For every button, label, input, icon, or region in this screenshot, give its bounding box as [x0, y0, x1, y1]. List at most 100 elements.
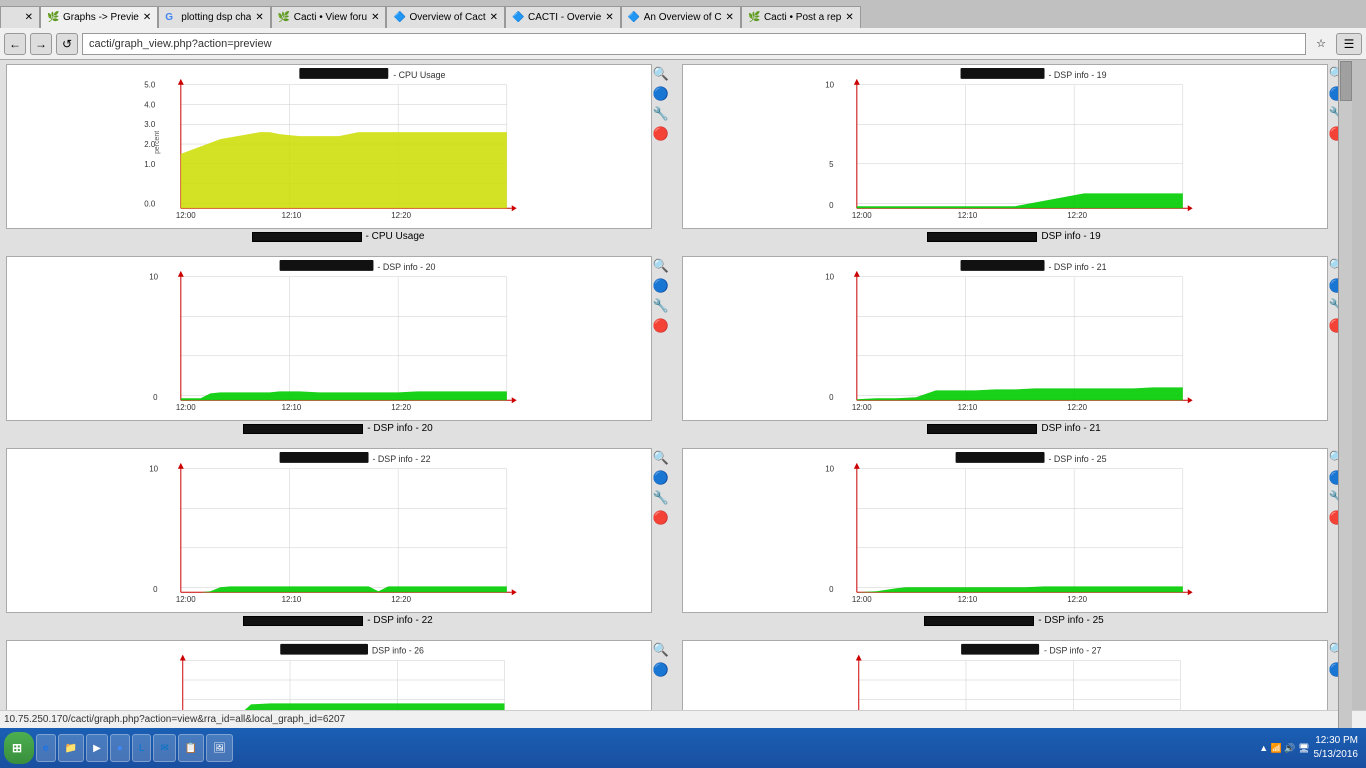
- graph-wrapper-dsp26: DSP info - 26 🔍 �: [6, 640, 670, 720]
- tab-favicon-8: 🌿: [748, 12, 760, 24]
- tab-cacti-overview[interactable]: 🔷 CACTI - Overvie ✕: [505, 6, 621, 28]
- caption-redact-cpu: [252, 232, 362, 242]
- media-icon: ▶: [93, 743, 101, 754]
- info-icon-cpu[interactable]: 🔵: [653, 86, 669, 102]
- bookmark-button[interactable]: ☆: [1310, 33, 1332, 55]
- svg-text:1.0: 1.0: [144, 160, 156, 169]
- graph-svg-dsp25: - DSP info - 25 10 0: [683, 449, 1327, 612]
- taskbar-item-ie[interactable]: e: [36, 734, 56, 762]
- tab-graphs-preview[interactable]: 🌿 Graphs -> Previe ✕: [40, 6, 158, 28]
- graph-svg-dsp20: - DSP info - 20 10 0: [7, 257, 651, 420]
- alert-icon-dsp22[interactable]: 🔴: [653, 510, 669, 526]
- svg-text:12:10: 12:10: [958, 595, 978, 604]
- zoom-icon-dsp22[interactable]: 🔍: [653, 450, 669, 466]
- taskbar-item-app8[interactable]: 🖼: [206, 734, 233, 762]
- tab-close-8[interactable]: ✕: [845, 12, 853, 23]
- alert-icon-dsp20[interactable]: 🔴: [653, 318, 669, 334]
- ie-icon: e: [43, 743, 49, 754]
- taskbar-item-lync[interactable]: L: [132, 734, 152, 762]
- files-icon: 📋: [185, 743, 197, 754]
- scrollbar-thumb[interactable]: [1340, 61, 1352, 101]
- info-icon-dsp26[interactable]: 🔵: [653, 662, 669, 678]
- svg-text:- DSP info - 20: - DSP info - 20: [377, 262, 435, 272]
- tab-cacti-post[interactable]: 🌿 Cacti • Post a rep ✕: [741, 6, 861, 28]
- info-icon-dsp20[interactable]: 🔵: [653, 278, 669, 294]
- alert-icon-cpu[interactable]: 🔴: [653, 126, 669, 142]
- graph-wrapper-dsp27: - DSP info - 27 🔍 🔵: [682, 640, 1346, 720]
- back-button[interactable]: ←: [4, 33, 26, 55]
- svg-text:12:00: 12:00: [176, 403, 196, 412]
- graph-container-dsp25: - DSP info - 25 10 0: [682, 448, 1328, 613]
- zoom-icon-dsp26[interactable]: 🔍: [653, 642, 669, 658]
- tab-favicon-5: 🔷: [393, 12, 405, 24]
- graph-icons-dsp26: 🔍 🔵: [652, 640, 670, 720]
- taskbar-tray: ▲ 📶 🔊 🖥 12:30 PM 5/13/2016: [1255, 734, 1362, 762]
- tab-cacti-forum[interactable]: 🌿 Cacti • View foru ✕: [271, 6, 387, 28]
- svg-text:12:20: 12:20: [1067, 595, 1087, 604]
- graph-container-cpu: - CPU Usage: [6, 64, 652, 229]
- nav-bar: ← → ↺ cacti/graph_view.php?action=previe…: [0, 28, 1366, 60]
- start-button[interactable]: ⊞: [4, 732, 34, 764]
- svg-text:12:20: 12:20: [1067, 403, 1087, 412]
- tab-close-5[interactable]: ✕: [490, 12, 498, 23]
- graph-container-dsp20: - DSP info - 20 10 0: [6, 256, 652, 421]
- tab-close-6[interactable]: ✕: [605, 12, 613, 23]
- svg-text:3.0: 3.0: [144, 120, 156, 129]
- caption-text-cpu: - CPU Usage: [366, 231, 425, 242]
- tab-close-1[interactable]: ✕: [25, 12, 33, 23]
- svg-text:5.0: 5.0: [144, 81, 156, 90]
- tab-title-2: Graphs -> Previe: [63, 12, 139, 23]
- zoom-icon-dsp20[interactable]: 🔍: [653, 258, 669, 274]
- graph-container-dsp26: DSP info - 26: [6, 640, 652, 720]
- tab-blank[interactable]: ✕: [0, 6, 40, 28]
- tab-close-4[interactable]: ✕: [371, 12, 379, 23]
- info-icon-dsp22[interactable]: 🔵: [653, 470, 669, 486]
- tab-plotting-dsp[interactable]: G plotting dsp cha ✕: [158, 6, 270, 28]
- tab-an-overview[interactable]: 🔷 An Overview of C ✕: [621, 6, 741, 28]
- menu-button[interactable]: ☰: [1336, 33, 1362, 55]
- taskbar-item-outlook[interactable]: ✉: [153, 734, 175, 762]
- caption-text-dsp22: - DSP info - 22: [367, 615, 432, 626]
- graph-svg-dsp22: - DSP info - 22 10 0: [7, 449, 651, 612]
- graph-wrapper-dsp22: - DSP info - 22 10 0: [6, 448, 670, 613]
- svg-text:10: 10: [149, 465, 158, 474]
- tab-favicon-2: 🌿: [47, 12, 59, 24]
- graph-svg-dsp27: - DSP info - 27: [683, 641, 1327, 719]
- svg-text:percent: percent: [154, 131, 161, 154]
- tab-title-4: Cacti • View foru: [294, 12, 367, 23]
- caption-cpu: - CPU Usage: [6, 229, 670, 244]
- forward-button[interactable]: →: [30, 33, 52, 55]
- svg-text:- CPU Usage: - CPU Usage: [393, 70, 445, 80]
- tab-close-3[interactable]: ✕: [255, 12, 263, 23]
- settings-icon-dsp20[interactable]: 🔧: [653, 298, 669, 314]
- tab-overview-cacti[interactable]: 🔷 Overview of Cact ✕: [386, 6, 505, 28]
- tab-close-2[interactable]: ✕: [143, 12, 151, 23]
- scrollbar[interactable]: [1338, 60, 1352, 728]
- tab-title-5: Overview of Cact: [409, 12, 485, 23]
- graph-container-dsp19: - DSP info - 19 10 5 0: [682, 64, 1328, 229]
- svg-text:10: 10: [825, 465, 834, 474]
- caption-redact-dsp20: [243, 424, 363, 434]
- graph-section-dsp20: - DSP info - 20 10 0: [0, 252, 676, 444]
- settings-icon-dsp22[interactable]: 🔧: [653, 490, 669, 506]
- taskbar-item-explorer[interactable]: 📁: [58, 734, 84, 762]
- main-content: - CPU Usage: [0, 60, 1352, 728]
- taskbar-item-media[interactable]: ▶: [86, 734, 108, 762]
- svg-text:0: 0: [829, 201, 834, 210]
- graph-container-dsp27: - DSP info - 27: [682, 640, 1328, 720]
- graph-section-dsp22: - DSP info - 22 10 0: [0, 444, 676, 636]
- graph-wrapper-dsp21: - DSP info - 21 10 0: [682, 256, 1346, 421]
- taskbar-items: e 📁 ▶ ● L ✉ 📋 🖼: [36, 734, 1253, 762]
- graph-svg-dsp26: DSP info - 26: [7, 641, 651, 719]
- browser-chrome: ✕ 🌿 Graphs -> Previe ✕ G plotting dsp ch…: [0, 0, 1366, 60]
- zoom-icon-cpu[interactable]: 🔍: [653, 66, 669, 82]
- caption-dsp21: DSP info - 21: [682, 421, 1346, 436]
- address-bar[interactable]: cacti/graph_view.php?action=preview: [82, 33, 1306, 55]
- taskbar-item-files[interactable]: 📋: [178, 734, 204, 762]
- taskbar-item-chrome[interactable]: ●: [110, 734, 130, 762]
- tab-close-7[interactable]: ✕: [726, 12, 734, 23]
- settings-icon-cpu[interactable]: 🔧: [653, 106, 669, 122]
- caption-redact-dsp19: [927, 232, 1037, 242]
- tab-title-6: CACTI - Overvie: [528, 12, 601, 23]
- refresh-button[interactable]: ↺: [56, 33, 78, 55]
